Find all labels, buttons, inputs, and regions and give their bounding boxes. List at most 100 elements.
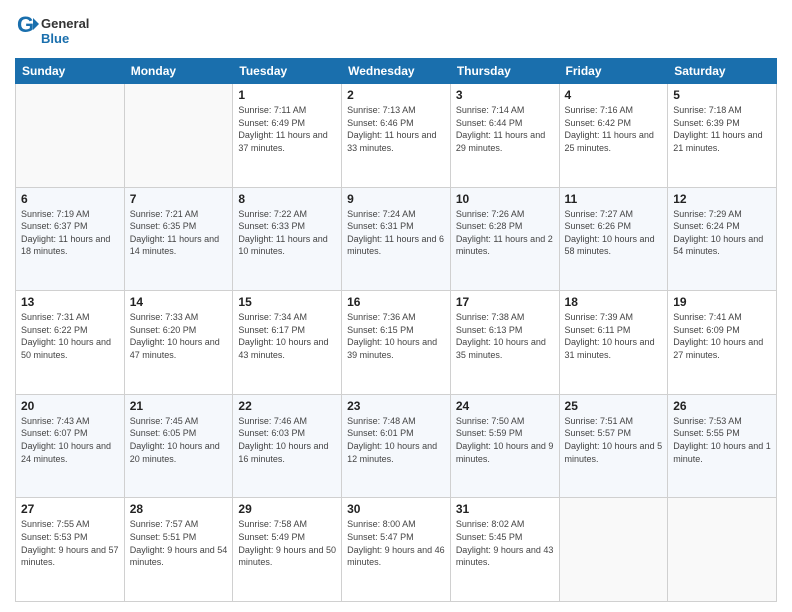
day-info: Sunrise: 7:53 AMSunset: 5:55 PMDaylight:… bbox=[673, 415, 771, 465]
weekday-header-wednesday: Wednesday bbox=[342, 59, 451, 84]
day-number: 5 bbox=[673, 88, 771, 102]
day-cell: 28 Sunrise: 7:57 AMSunset: 5:51 PMDayligh… bbox=[124, 498, 233, 602]
day-info: Sunrise: 7:38 AMSunset: 6:13 PMDaylight:… bbox=[456, 311, 554, 361]
day-cell: 15 Sunrise: 7:34 AMSunset: 6:17 PMDayligh… bbox=[233, 291, 342, 395]
day-info: Sunrise: 7:26 AMSunset: 6:28 PMDaylight:… bbox=[456, 208, 554, 258]
day-number: 26 bbox=[673, 399, 771, 413]
day-number: 11 bbox=[565, 192, 663, 206]
day-info: Sunrise: 7:58 AMSunset: 5:49 PMDaylight:… bbox=[238, 518, 336, 568]
day-info: Sunrise: 7:33 AMSunset: 6:20 PMDaylight:… bbox=[130, 311, 228, 361]
day-info: Sunrise: 7:24 AMSunset: 6:31 PMDaylight:… bbox=[347, 208, 445, 258]
day-info: Sunrise: 7:41 AMSunset: 6:09 PMDaylight:… bbox=[673, 311, 771, 361]
day-cell bbox=[124, 84, 233, 188]
day-number: 15 bbox=[238, 295, 336, 309]
day-number: 23 bbox=[347, 399, 445, 413]
day-cell: 10 Sunrise: 7:26 AMSunset: 6:28 PMDayligh… bbox=[450, 187, 559, 291]
day-number: 28 bbox=[130, 502, 228, 516]
day-cell: 7 Sunrise: 7:21 AMSunset: 6:35 PMDaylight… bbox=[124, 187, 233, 291]
day-number: 10 bbox=[456, 192, 554, 206]
day-cell: 8Sunrise: 7:22 AMSunset: 6:33 PMDaylight… bbox=[233, 187, 342, 291]
week-row-3: 20 Sunrise: 7:43 AMSunset: 6:07 PMDayligh… bbox=[16, 394, 777, 498]
day-cell: 6 Sunrise: 7:19 AMSunset: 6:37 PMDaylight… bbox=[16, 187, 125, 291]
day-cell: 19 Sunrise: 7:41 AMSunset: 6:09 PMDayligh… bbox=[668, 291, 777, 395]
day-number: 1 bbox=[238, 88, 336, 102]
day-info: Sunrise: 7:50 AMSunset: 5:59 PMDaylight:… bbox=[456, 415, 554, 465]
weekday-header-saturday: Saturday bbox=[668, 59, 777, 84]
day-info: Sunrise: 7:48 AMSunset: 6:01 PMDaylight:… bbox=[347, 415, 445, 465]
day-cell bbox=[559, 498, 668, 602]
day-info: Sunrise: 7:51 AMSunset: 5:57 PMDaylight:… bbox=[565, 415, 663, 465]
day-number: 14 bbox=[130, 295, 228, 309]
week-row-1: 6 Sunrise: 7:19 AMSunset: 6:37 PMDaylight… bbox=[16, 187, 777, 291]
day-cell: 25Sunrise: 7:51 AMSunset: 5:57 PMDayligh… bbox=[559, 394, 668, 498]
week-row-4: 27 Sunrise: 7:55 AMSunset: 5:53 PMDayligh… bbox=[16, 498, 777, 602]
calendar-table: SundayMondayTuesdayWednesdayThursdayFrid… bbox=[15, 58, 777, 602]
day-cell: 11 Sunrise: 7:27 AMSunset: 6:26 PMDayligh… bbox=[559, 187, 668, 291]
day-cell: 20 Sunrise: 7:43 AMSunset: 6:07 PMDayligh… bbox=[16, 394, 125, 498]
day-number: 17 bbox=[456, 295, 554, 309]
day-number: 6 bbox=[21, 192, 119, 206]
day-number: 18 bbox=[565, 295, 663, 309]
day-number: 30 bbox=[347, 502, 445, 516]
day-number: 21 bbox=[130, 399, 228, 413]
weekday-header-sunday: Sunday bbox=[16, 59, 125, 84]
day-info: Sunrise: 7:39 AMSunset: 6:11 PMDaylight:… bbox=[565, 311, 663, 361]
week-row-0: 1Sunrise: 7:11 AMSunset: 6:49 PMDaylight… bbox=[16, 84, 777, 188]
svg-text:G: G bbox=[17, 12, 34, 37]
day-info: Sunrise: 7:13 AMSunset: 6:46 PMDaylight:… bbox=[347, 104, 445, 154]
day-info: Sunrise: 7:46 AMSunset: 6:03 PMDaylight:… bbox=[238, 415, 336, 465]
day-info: Sunrise: 7:19 AMSunset: 6:37 PMDaylight:… bbox=[21, 208, 119, 258]
page-container: General Blue G SundayMondayTuesdayWednes… bbox=[0, 0, 792, 612]
svg-text:Blue: Blue bbox=[41, 31, 69, 46]
day-number: 7 bbox=[130, 192, 228, 206]
day-info: Sunrise: 7:18 AMSunset: 6:39 PMDaylight:… bbox=[673, 104, 771, 154]
day-info: Sunrise: 7:14 AMSunset: 6:44 PMDaylight:… bbox=[456, 104, 554, 154]
day-info: Sunrise: 7:16 AMSunset: 6:42 PMDaylight:… bbox=[565, 104, 663, 154]
day-cell: 23 Sunrise: 7:48 AMSunset: 6:01 PMDayligh… bbox=[342, 394, 451, 498]
day-cell: 9 Sunrise: 7:24 AMSunset: 6:31 PMDaylight… bbox=[342, 187, 451, 291]
day-info: Sunrise: 7:22 AMSunset: 6:33 PMDaylight:… bbox=[238, 208, 336, 258]
day-cell: 30 Sunrise: 8:00 AMSunset: 5:47 PMDayligh… bbox=[342, 498, 451, 602]
day-info: Sunrise: 7:43 AMSunset: 6:07 PMDaylight:… bbox=[21, 415, 119, 465]
weekday-header-monday: Monday bbox=[124, 59, 233, 84]
day-number: 3 bbox=[456, 88, 554, 102]
day-info: Sunrise: 8:00 AMSunset: 5:47 PMDaylight:… bbox=[347, 518, 445, 568]
svg-text:General: General bbox=[41, 16, 89, 31]
logo-svg: General Blue G bbox=[15, 10, 105, 50]
day-cell: 31Sunrise: 8:02 AMSunset: 5:45 PMDayligh… bbox=[450, 498, 559, 602]
weekday-header-tuesday: Tuesday bbox=[233, 59, 342, 84]
weekday-header-thursday: Thursday bbox=[450, 59, 559, 84]
day-cell: 24Sunrise: 7:50 AMSunset: 5:59 PMDayligh… bbox=[450, 394, 559, 498]
header: General Blue G bbox=[15, 10, 777, 50]
day-cell: 21 Sunrise: 7:45 AMSunset: 6:05 PMDayligh… bbox=[124, 394, 233, 498]
day-cell: 14 Sunrise: 7:33 AMSunset: 6:20 PMDayligh… bbox=[124, 291, 233, 395]
day-cell: 27 Sunrise: 7:55 AMSunset: 5:53 PMDayligh… bbox=[16, 498, 125, 602]
week-row-2: 13Sunrise: 7:31 AMSunset: 6:22 PMDayligh… bbox=[16, 291, 777, 395]
day-number: 13 bbox=[21, 295, 119, 309]
day-cell: 22 Sunrise: 7:46 AMSunset: 6:03 PMDayligh… bbox=[233, 394, 342, 498]
day-info: Sunrise: 7:21 AMSunset: 6:35 PMDaylight:… bbox=[130, 208, 228, 258]
day-info: Sunrise: 7:55 AMSunset: 5:53 PMDaylight:… bbox=[21, 518, 119, 568]
day-info: Sunrise: 7:34 AMSunset: 6:17 PMDaylight:… bbox=[238, 311, 336, 361]
day-cell: 2Sunrise: 7:13 AMSunset: 6:46 PMDaylight… bbox=[342, 84, 451, 188]
day-number: 4 bbox=[565, 88, 663, 102]
day-cell bbox=[16, 84, 125, 188]
day-cell: 16Sunrise: 7:36 AMSunset: 6:15 PMDayligh… bbox=[342, 291, 451, 395]
day-info: Sunrise: 7:36 AMSunset: 6:15 PMDaylight:… bbox=[347, 311, 445, 361]
weekday-header-friday: Friday bbox=[559, 59, 668, 84]
day-number: 9 bbox=[347, 192, 445, 206]
day-number: 12 bbox=[673, 192, 771, 206]
day-number: 31 bbox=[456, 502, 554, 516]
weekday-header-row: SundayMondayTuesdayWednesdayThursdayFrid… bbox=[16, 59, 777, 84]
day-cell: 4 Sunrise: 7:16 AMSunset: 6:42 PMDaylight… bbox=[559, 84, 668, 188]
day-number: 19 bbox=[673, 295, 771, 309]
day-info: Sunrise: 7:27 AMSunset: 6:26 PMDaylight:… bbox=[565, 208, 663, 258]
day-cell: 1Sunrise: 7:11 AMSunset: 6:49 PMDaylight… bbox=[233, 84, 342, 188]
day-info: Sunrise: 7:57 AMSunset: 5:51 PMDaylight:… bbox=[130, 518, 228, 568]
day-number: 20 bbox=[21, 399, 119, 413]
day-number: 27 bbox=[21, 502, 119, 516]
day-info: Sunrise: 7:45 AMSunset: 6:05 PMDaylight:… bbox=[130, 415, 228, 465]
day-number: 22 bbox=[238, 399, 336, 413]
day-cell: 5 Sunrise: 7:18 AMSunset: 6:39 PMDaylight… bbox=[668, 84, 777, 188]
day-cell: 29Sunrise: 7:58 AMSunset: 5:49 PMDayligh… bbox=[233, 498, 342, 602]
